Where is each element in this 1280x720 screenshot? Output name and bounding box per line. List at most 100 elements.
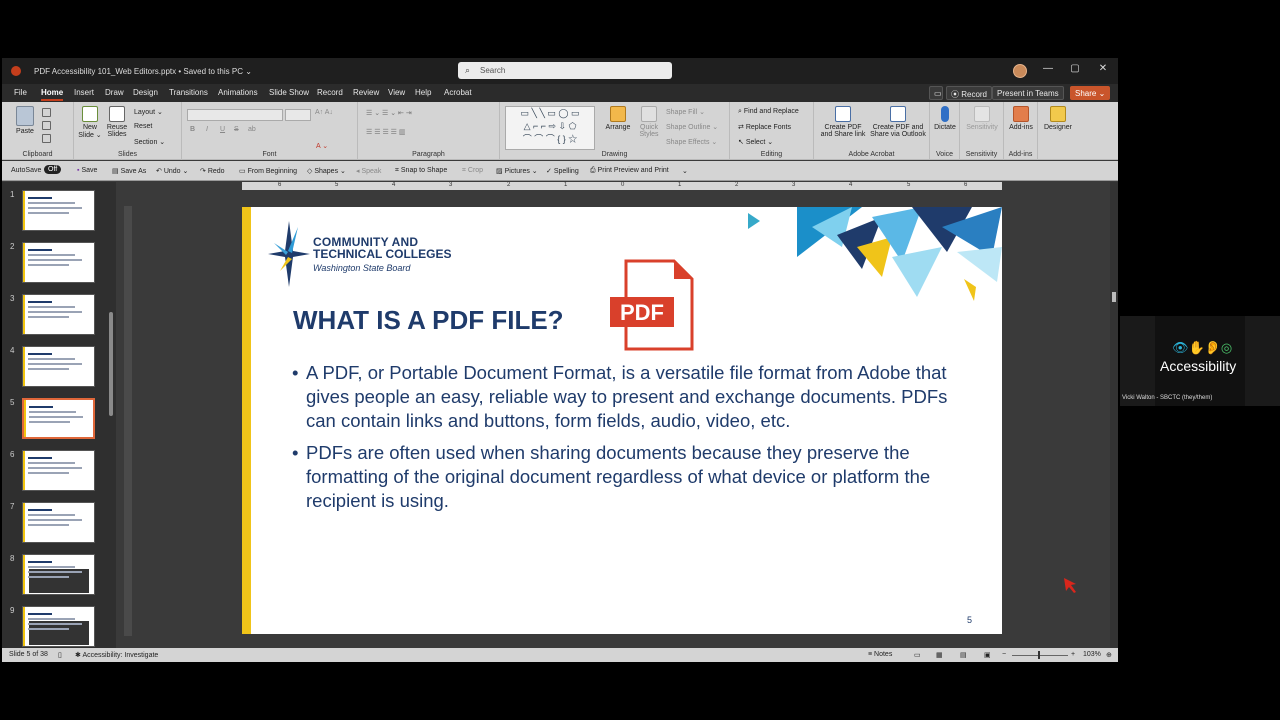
tab-help[interactable]: Help <box>415 88 431 97</box>
tab-record[interactable]: Record <box>317 88 343 97</box>
select-button[interactable]: ↖ Select ⌄ <box>738 138 773 146</box>
shapes-gallery[interactable]: ▭ ╲ ╲ ▭ ◯ ▭ △ ⌐ ⌐ ⇨ ⇩ ⬠ ⌒ ⌒ ⌒ { } ☆ <box>505 106 595 150</box>
tab-view[interactable]: View <box>388 88 405 97</box>
tab-transitions[interactable]: Transitions <box>169 88 208 97</box>
vertical-ruler[interactable] <box>124 206 132 636</box>
comments-icon[interactable]: ▭ <box>929 86 943 100</box>
present-in-teams-button[interactable]: Present in Teams <box>992 86 1064 100</box>
zoom-out-icon[interactable]: − <box>1002 651 1006 658</box>
quick-styles-button[interactable]: Quick Styles <box>636 106 662 138</box>
slide-thumbnail[interactable] <box>22 346 95 387</box>
strikethrough-button[interactable]: S <box>234 126 239 133</box>
snap-to-shape-button[interactable]: ⌗ Snap to Shape <box>395 167 447 175</box>
slide-bullet-list[interactable]: A PDF, or Portable Document Format, is a… <box>292 361 982 521</box>
redo-button[interactable]: ↷ Redo <box>200 167 225 175</box>
font-size-box[interactable] <box>285 109 311 121</box>
editor-scrollbar[interactable]: ▼ <box>1110 182 1118 652</box>
italic-button[interactable]: I <box>206 126 208 133</box>
arrange-button[interactable]: Arrange <box>604 106 632 131</box>
shape-outline-button[interactable]: Shape Outline ⌄ <box>666 123 718 131</box>
share-button[interactable]: Share ⌄ <box>1070 86 1111 100</box>
slide-thumbnail[interactable] <box>22 554 95 595</box>
thumbnails-scrollbar[interactable] <box>109 312 113 416</box>
replace-fonts-button[interactable]: ⇄ Replace Fonts <box>738 123 791 131</box>
document-title[interactable]: PDF Accessibility 101_Web Editors.pptx •… <box>34 67 252 76</box>
slide-thumbnail[interactable] <box>22 606 95 647</box>
zoom-level[interactable]: 103% <box>1083 651 1101 658</box>
zoom-slider-thumb[interactable] <box>1038 651 1040 659</box>
maximize-button[interactable]: ▢ <box>1064 63 1086 79</box>
find-and-replace-button[interactable]: ⌕ Find and Replace <box>738 108 799 116</box>
copy-icon[interactable] <box>42 121 51 130</box>
paste-button[interactable]: Paste <box>14 106 36 135</box>
print-preview-button[interactable]: ⎙ Print Preview and Print <box>590 167 669 175</box>
dictate-button[interactable]: Dictate <box>932 106 958 131</box>
from-beginning-button[interactable]: ▭ From Beginning <box>239 167 297 175</box>
save-button[interactable]: ▪ Save <box>77 167 97 174</box>
slide-thumbnail[interactable] <box>22 502 95 543</box>
record-button[interactable]: ⦿ Record <box>946 86 993 100</box>
undo-button[interactable]: ↶ Undo ⌄ <box>156 167 188 175</box>
create-pdf-outlook-button[interactable]: Create PDF and Share via Outlook <box>870 106 926 138</box>
slide-thumbnail[interactable] <box>22 450 95 491</box>
horizontal-ruler[interactable]: 6 5 4 3 2 1 0 1 2 3 4 5 6 <box>242 182 1002 190</box>
underline-button[interactable]: U <box>220 126 225 133</box>
slide-thumbnail[interactable] <box>22 190 95 231</box>
slide-thumbnail[interactable] <box>22 242 95 283</box>
user-avatar[interactable] <box>1013 64 1027 78</box>
fit-slide-icon[interactable]: ⊕ <box>1106 651 1112 659</box>
slide-thumbnail[interactable] <box>22 294 95 335</box>
slide-title[interactable]: WHAT IS A PDF FILE? <box>293 305 564 336</box>
normal-view-icon[interactable]: ▭ <box>914 651 921 659</box>
accessibility-status[interactable]: ✱ Accessibility: Investigate <box>75 651 158 659</box>
align-icons[interactable]: ☰ ☰ ☰ ☰ ▥ <box>366 128 406 136</box>
notes-button[interactable]: ≡ Notes <box>868 651 892 658</box>
autosave-toggle[interactable]: Off <box>44 165 62 174</box>
tab-slide-show[interactable]: Slide Show <box>269 88 309 97</box>
font-color-icon[interactable]: A ⌄ <box>316 142 328 150</box>
zoom-slider[interactable] <box>1012 655 1068 656</box>
pictures-button[interactable]: ▨ Pictures ⌄ <box>496 167 538 175</box>
zoom-in-icon[interactable]: + <box>1071 651 1075 658</box>
font-name-box[interactable] <box>187 109 283 121</box>
shadow-button[interactable]: ab <box>248 126 256 133</box>
designer-button[interactable]: Designer <box>1042 106 1074 131</box>
reset-button[interactable]: Reset <box>134 123 152 130</box>
section-button[interactable]: Section ⌄ <box>134 138 165 146</box>
reuse-slides-button[interactable]: Reuse Slides <box>104 106 130 138</box>
slideshow-view-icon[interactable]: ▣ <box>984 651 991 659</box>
scroll-thumb[interactable] <box>1112 292 1116 302</box>
slide-canvas[interactable]: COMMUNITY AND TECHNICAL COLLEGES Washing… <box>242 207 1002 634</box>
customize-qat-icon[interactable]: ⌄ <box>682 167 688 175</box>
format-painter-icon[interactable] <box>42 134 51 143</box>
save-as-button[interactable]: ▤ Save As <box>112 167 146 175</box>
shapes-button[interactable]: ◇ Shapes ⌄ <box>307 167 346 175</box>
slide-sorter-icon[interactable]: ▦ <box>936 651 943 659</box>
bullets-icon[interactable]: ☰ ⌄ ☰ ⌄ ⇤ ⇥ <box>366 109 412 117</box>
shape-fill-button[interactable]: Shape Fill ⌄ <box>666 108 705 116</box>
close-button[interactable]: ✕ <box>1092 63 1114 79</box>
cut-icon[interactable] <box>42 108 51 117</box>
tab-draw[interactable]: Draw <box>105 88 124 97</box>
layout-button[interactable]: Layout ⌄ <box>134 108 163 116</box>
search-box[interactable]: ⌕ Search <box>458 62 672 79</box>
grow-font-icon[interactable]: A↑ A↓ <box>315 109 333 116</box>
tab-home[interactable]: Home <box>41 88 64 101</box>
tab-file[interactable]: File <box>14 88 27 97</box>
new-slide-button[interactable]: New Slide ⌄ <box>78 106 102 139</box>
minimize-button[interactable]: — <box>1037 63 1059 79</box>
slide-thumbnails-pane[interactable]: 1 2 3 4 5 6 7 8 9 <box>2 182 116 652</box>
tab-animations[interactable]: Animations <box>218 88 258 97</box>
shape-effects-button[interactable]: Shape Effects ⌄ <box>666 138 717 146</box>
reading-view-icon[interactable]: ▤ <box>960 651 967 659</box>
tab-review[interactable]: Review <box>353 88 379 97</box>
create-pdf-share-link-button[interactable]: Create PDF and Share link <box>818 106 868 138</box>
tab-insert[interactable]: Insert <box>74 88 94 97</box>
spelling-button[interactable]: ✓ Spelling <box>546 167 579 175</box>
slide-thumbnail[interactable] <box>22 398 95 439</box>
tab-design[interactable]: Design <box>133 88 158 97</box>
bold-button[interactable]: B <box>190 126 195 133</box>
sensitivity-button[interactable]: Sensitivity <box>963 106 1001 131</box>
speak-button[interactable]: ◂ Speak <box>356 167 381 175</box>
tab-acrobat[interactable]: Acrobat <box>444 88 472 97</box>
